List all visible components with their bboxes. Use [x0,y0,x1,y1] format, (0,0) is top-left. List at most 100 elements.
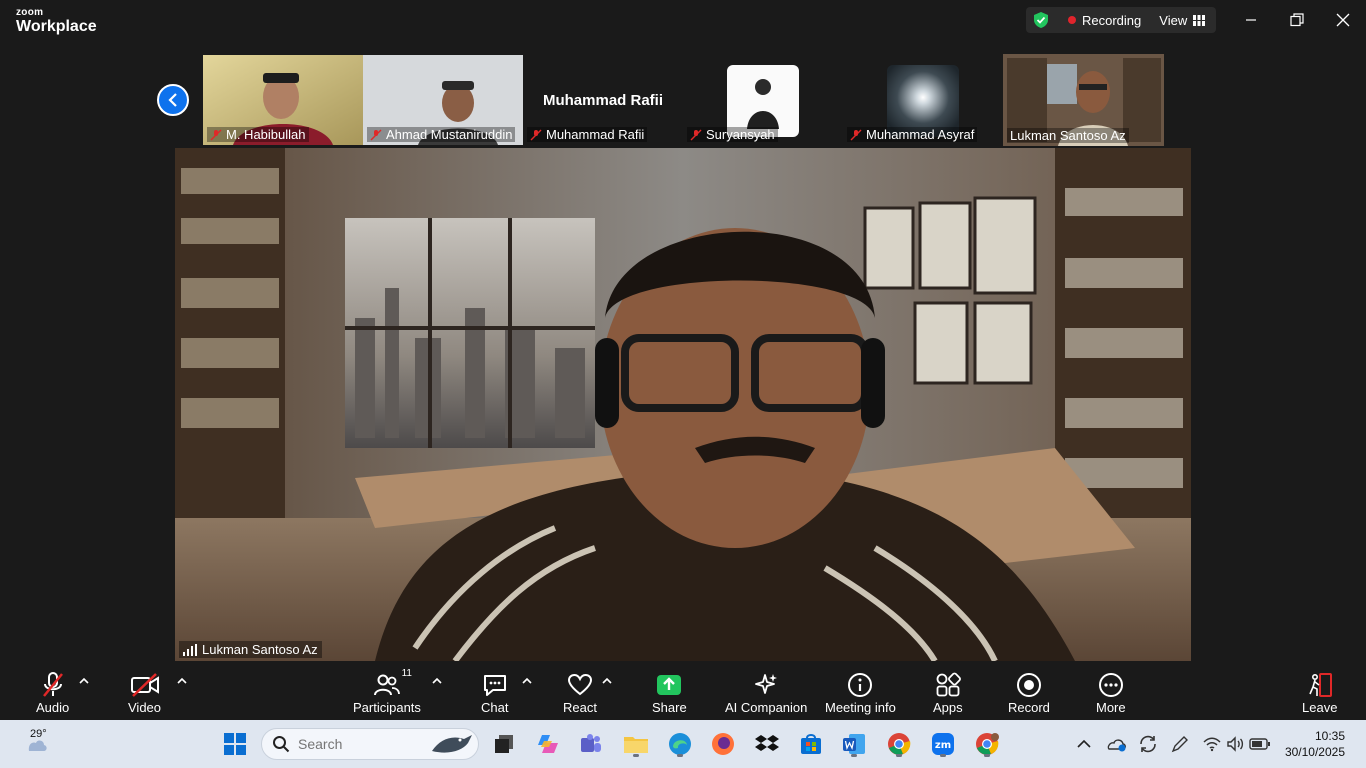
share-button[interactable]: Share [652,670,687,715]
chat-button[interactable]: Chat [481,670,508,715]
audio-options-chevron-icon[interactable] [79,677,89,685]
folder-icon [624,737,648,753]
close-button[interactable] [1329,8,1357,32]
participant-name-text: M. Habibullah [226,127,306,142]
more-button[interactable]: More [1096,670,1126,715]
search-icon [273,736,290,753]
teams-icon [581,734,601,752]
tray-onedrive[interactable] [1104,732,1128,756]
chrome-profile-icon [976,733,999,755]
zoom-app-icon: zm [932,733,954,755]
taskbar-search[interactable] [261,728,479,760]
tray-battery[interactable] [1248,732,1272,756]
tray-wifi[interactable] [1200,732,1224,756]
teams-button[interactable] [575,728,607,760]
file-explorer-button[interactable] [620,728,652,760]
react-label: React [563,700,597,715]
muted-mic-icon [530,129,542,140]
participants-icon [373,674,400,696]
video-label: Video [128,700,162,715]
view-button[interactable]: View [1159,13,1206,28]
tray-volume[interactable] [1224,732,1248,756]
gallery-strip: M. Habibullah Ahmad Mustaniruddin Muhamm… [203,54,1165,146]
main-speaker-name-tag: Lukman Santoso Az [179,641,322,658]
apps-button[interactable]: Apps [933,670,963,715]
chevron-left-icon [168,93,177,107]
chat-options-chevron-icon[interactable] [522,677,532,685]
react-button[interactable]: React [563,670,597,715]
audio-button[interactable]: Audio [36,670,69,715]
apps-grid-icon [936,672,961,697]
recording-dot-icon [1068,16,1076,24]
word-button[interactable] [838,728,870,760]
participant-tile[interactable]: Suryansyah [683,55,843,145]
windows-start-icon [224,733,246,755]
participant-tile[interactable]: Muhammad Rafii Muhammad Rafii [523,55,683,145]
chrome-profile-button[interactable] [971,728,1003,760]
meeting-info-button[interactable]: Meeting info [825,670,896,715]
minimize-button[interactable] [1237,8,1265,32]
dropbox-button[interactable] [751,728,783,760]
start-button[interactable] [219,728,251,760]
copilot-icon [538,735,558,753]
participant-tile[interactable]: Muhammad Asyraf [843,55,1003,145]
muted-mic-icon [850,129,862,140]
close-icon [1336,13,1350,27]
edge-button[interactable] [664,728,696,760]
clock-date: 30/10/2025 [1284,745,1345,759]
onedrive-icon [1107,739,1126,752]
main-speaker-video[interactable]: Lukman Santoso Az [175,148,1191,661]
record-label: Record [1008,700,1050,715]
muted-mic-icon [370,129,382,140]
share-label: Share [652,700,687,715]
muted-mic-icon [210,129,222,140]
participant-name: M. Habibullah [207,127,309,142]
chrome-button[interactable] [883,728,915,760]
chevron-up-icon [1077,739,1091,748]
tray-pen[interactable] [1168,732,1192,756]
sparkle-icon [755,674,778,694]
more-dots-icon [1098,673,1123,697]
tray-overflow-button[interactable] [1072,732,1096,756]
tray-sync[interactable] [1136,732,1160,756]
copilot-button[interactable] [532,728,564,760]
participants-button[interactable]: 11 Participants [353,668,421,715]
search-input[interactable] [298,736,428,752]
weather-widget[interactable]: 29° [16,728,56,760]
chat-label: Chat [481,700,509,715]
word-icon [843,734,865,754]
restore-button[interactable] [1283,8,1311,32]
react-options-chevron-icon[interactable] [602,677,612,685]
leave-button[interactable]: Leave [1302,670,1337,715]
task-view-button[interactable] [488,728,520,760]
recording-indicator[interactable]: Recording View [1026,7,1216,33]
title-bar: zoom Workplace Recording View [0,0,1366,44]
video-options-chevron-icon[interactable] [177,677,187,685]
zoom-app-button[interactable]: zm [927,728,959,760]
running-indicator [677,754,683,757]
video-off-icon [130,673,159,697]
participant-tile[interactable]: Ahmad Mustaniruddin [363,55,523,145]
speaker-video-frame [175,148,1191,661]
participant-tile[interactable]: M. Habibullah [203,55,363,145]
grid-icon [1193,14,1206,26]
security-shield-icon[interactable] [1032,11,1050,29]
logo-bottom: Workplace [16,18,97,35]
video-button[interactable]: Video [128,670,161,715]
ai-companion-button[interactable]: AI Companion [725,670,807,715]
wifi-icon [1203,737,1221,752]
firefox-icon [712,733,734,755]
pen-icon [1171,736,1188,753]
store-button[interactable] [795,728,827,760]
participant-tile-active[interactable]: Lukman Santoso Az [1003,54,1164,146]
logo-top: zoom [16,7,44,18]
gallery-previous-button[interactable] [157,84,189,116]
chat-bubble-icon [483,675,506,696]
participants-options-chevron-icon[interactable] [432,677,442,685]
record-button[interactable]: Record [1008,670,1050,715]
system-clock[interactable]: 10:35 30/10/2025 [1285,728,1345,760]
muted-mic-icon [690,129,702,140]
participants-label: Participants [353,700,421,715]
firefox-button[interactable] [707,728,739,760]
dropbox-icon [755,735,779,751]
